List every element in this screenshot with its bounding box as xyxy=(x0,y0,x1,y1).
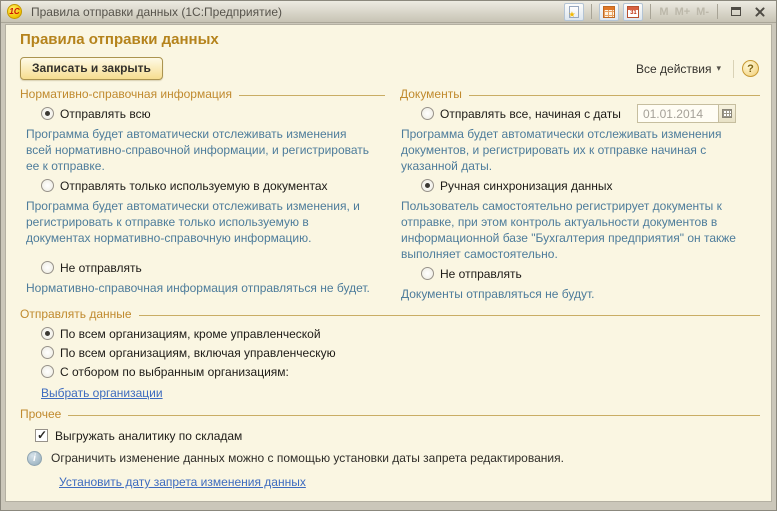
close-icon xyxy=(754,6,765,17)
page-title: Правила отправки данных xyxy=(20,31,762,49)
radio-not-send-docs[interactable]: Не отправлять xyxy=(421,266,762,281)
section-rule xyxy=(68,415,760,416)
titlebar-separator xyxy=(591,4,592,19)
help-button[interactable]: ? xyxy=(742,60,759,77)
section-documents-title: Документы xyxy=(400,87,462,101)
info-icon: i xyxy=(27,451,42,466)
radio-icon xyxy=(41,327,54,340)
radio-label: По всем организациям, кроме управленческ… xyxy=(60,327,321,341)
checkbox-export-warehouse-analytics[interactable]: Выгружать аналитику по складам xyxy=(35,428,762,443)
radio-description: Документы отправляться не будут. xyxy=(401,286,748,302)
radio-icon xyxy=(41,179,54,192)
calendar-button[interactable]: 31 xyxy=(623,3,643,21)
calendar-grid-icon xyxy=(722,109,732,118)
radio-description: Программа будет автоматически отслеживат… xyxy=(26,126,373,174)
command-bar-separator xyxy=(733,60,734,78)
checkbox-label: Выгружать аналитику по складам xyxy=(55,429,242,443)
radio-not-send-nsi[interactable]: Не отправлять xyxy=(41,260,387,275)
date-picker-button[interactable] xyxy=(719,104,736,123)
memory-m-plus-button: M+ xyxy=(672,6,694,18)
radio-send-docs-from-date[interactable]: Отправлять все, начиная с даты xyxy=(421,106,762,121)
radio-label: Отправлять все, начиная с даты xyxy=(440,107,621,121)
chevron-down-icon: ▾ xyxy=(716,63,721,74)
section-documents: Документы Отправлять все, начиная с даты… xyxy=(395,86,762,304)
radio-manual-sync[interactable]: Ручная синхронизация данных xyxy=(421,178,762,193)
radio-icon xyxy=(421,267,434,280)
choose-organizations-link[interactable]: Выбрать организации xyxy=(41,385,163,401)
titlebar-buttons: 31 M M+ M- xyxy=(562,3,769,21)
section-other-title: Прочее xyxy=(20,407,61,421)
section-rule xyxy=(139,315,760,316)
section-send-data-title: Отправлять данные xyxy=(20,307,132,321)
checkbox-icon xyxy=(35,429,48,442)
start-date-field[interactable] xyxy=(637,104,719,123)
close-button[interactable] xyxy=(749,3,769,21)
radio-label: Отправлять всю xyxy=(60,107,151,121)
radio-all-orgs-including-management[interactable]: По всем организациям, включая управленче… xyxy=(41,345,762,360)
radio-description: Пользователь самостоятельно регистрирует… xyxy=(401,198,748,262)
section-nsi-title: Нормативно-справочная информация xyxy=(20,87,232,101)
window-titlebar: 1С Правила отправки данных (1С:Предприят… xyxy=(1,1,776,23)
section-rule xyxy=(239,95,385,96)
command-bar: Записать и закрыть Все действия ▾ ? xyxy=(20,57,759,80)
titlebar-separator xyxy=(650,4,651,19)
radio-all-orgs-except-management[interactable]: По всем организациям, кроме управленческ… xyxy=(41,326,762,341)
set-restriction-date-link[interactable]: Установить дату запрета изменения данных xyxy=(59,474,306,490)
section-send-data: Отправлять данные По всем организациям, … xyxy=(15,306,762,401)
radio-icon xyxy=(41,346,54,359)
radio-icon xyxy=(421,107,434,120)
favorites-icon xyxy=(569,6,579,18)
app-window: 1С Правила отправки данных (1С:Предприят… xyxy=(0,0,777,511)
section-other: Прочее Выгружать аналитику по складам i … xyxy=(15,406,762,490)
radio-label: Не отправлять xyxy=(60,261,142,275)
radio-label: Не отправлять xyxy=(440,267,522,281)
memory-m-button: M xyxy=(656,6,671,18)
calculator-button[interactable] xyxy=(599,3,619,21)
radio-label: По всем организациям, включая управленче… xyxy=(60,346,336,360)
radio-label: С отбором по выбранным организациям: xyxy=(60,365,289,379)
radio-icon xyxy=(41,365,54,378)
memory-m-minus-button: M- xyxy=(693,6,712,18)
radio-description: Нормативно-справочная информация отправл… xyxy=(26,280,373,296)
radio-label: Отправлять только используемую в докумен… xyxy=(60,179,328,193)
radio-icon xyxy=(41,107,54,120)
radio-description: Программа будет автоматически отслеживат… xyxy=(26,198,373,246)
all-actions-label: Все действия xyxy=(636,62,711,76)
calculator-icon xyxy=(603,6,615,18)
all-actions-button[interactable]: Все действия ▾ xyxy=(632,60,725,78)
info-text: Ограничить изменение данных можно с помо… xyxy=(51,451,564,466)
radio-send-all-nsi[interactable]: Отправлять всю xyxy=(41,106,387,121)
radio-icon xyxy=(421,179,434,192)
radio-icon xyxy=(41,261,54,274)
favorites-button[interactable] xyxy=(564,3,584,21)
form-body: Правила отправки данных Записать и закры… xyxy=(5,24,772,502)
radio-label: Ручная синхронизация данных xyxy=(440,179,613,193)
radio-selected-orgs[interactable]: С отбором по выбранным организациям: xyxy=(41,364,762,379)
window-title: Правила отправки данных (1С:Предприятие) xyxy=(31,5,282,19)
app-icon: 1С xyxy=(7,4,22,19)
maximize-button[interactable] xyxy=(726,3,746,21)
titlebar-separator xyxy=(717,4,718,19)
radio-description: Программа будет автоматически отслеживат… xyxy=(401,126,748,174)
radio-send-used-nsi[interactable]: Отправлять только используемую в докумен… xyxy=(41,178,387,193)
section-rule xyxy=(469,95,760,96)
section-nsi: Нормативно-справочная информация Отправл… xyxy=(15,86,387,298)
save-and-close-button[interactable]: Записать и закрыть xyxy=(20,57,163,80)
maximize-icon xyxy=(731,7,741,16)
calendar-icon: 31 xyxy=(627,6,639,18)
